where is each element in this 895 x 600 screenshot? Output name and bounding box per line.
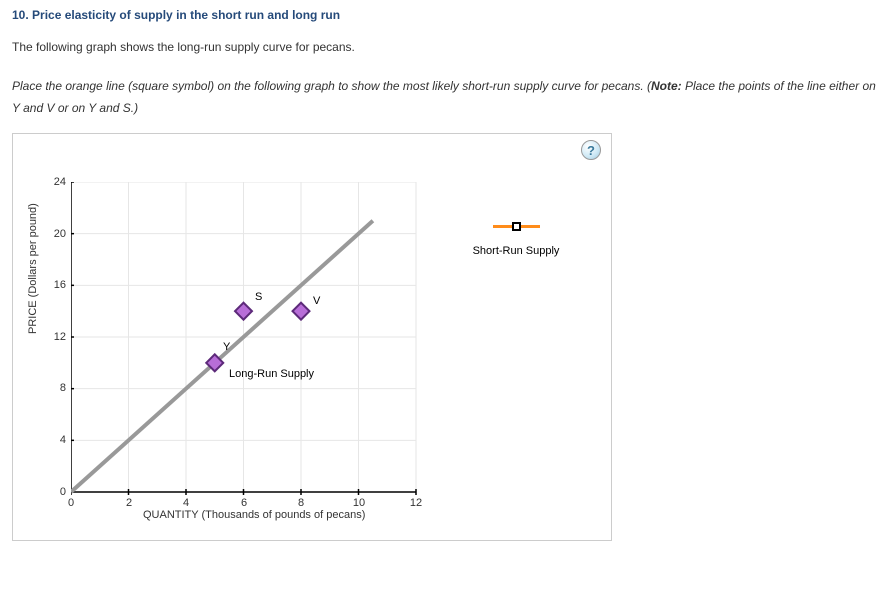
plot-area[interactable]: Y S V Long-Run Supply — [71, 182, 416, 492]
y-tick-20: 20 — [46, 228, 66, 240]
legend-short-run-label: Short-Run Supply — [461, 245, 571, 257]
legend-line-left — [493, 225, 513, 228]
graph-container: ? 24 20 16 12 8 4 0 0 2 4 6 8 10 12 PRIC… — [12, 133, 612, 541]
help-icon[interactable]: ? — [581, 140, 601, 160]
long-run-supply-label: Long-Run Supply — [229, 368, 314, 380]
x-axis-label: QUANTITY (Thousands of pounds of pecans) — [143, 509, 365, 521]
instruction-text: Place the orange line (square symbol) on… — [12, 76, 883, 119]
short-run-supply-draggable[interactable] — [461, 222, 571, 231]
point-label-y: Y — [223, 341, 230, 353]
legend-line-right — [520, 225, 540, 228]
y-tick-8: 8 — [46, 382, 66, 394]
y-tick-24: 24 — [46, 176, 66, 188]
instruction-note-label: Note: — [651, 79, 682, 93]
point-label-v: V — [313, 295, 320, 307]
y-axis-label: PRICE (Dollars per pound) — [27, 203, 39, 334]
square-icon — [512, 222, 521, 231]
long-run-supply-line — [71, 221, 373, 492]
y-tick-4: 4 — [46, 434, 66, 446]
y-tick-16: 16 — [46, 279, 66, 291]
question-title: 10. Price elasticity of supply in the sh… — [12, 8, 883, 22]
chart-svg — [71, 182, 431, 502]
legend: Short-Run Supply — [461, 222, 571, 257]
y-tick-12: 12 — [46, 331, 66, 343]
point-label-s: S — [255, 291, 262, 303]
intro-text: The following graph shows the long-run s… — [12, 40, 883, 54]
instruction-pre: Place the orange line (square symbol) on… — [12, 79, 651, 93]
help-glyph: ? — [587, 143, 595, 158]
